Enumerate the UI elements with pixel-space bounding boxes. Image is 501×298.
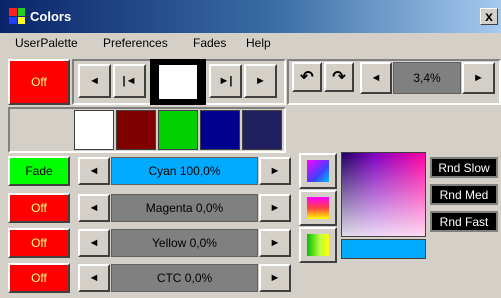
- rotate-ccw-icon: ↶: [300, 69, 314, 86]
- magenta-increase-button[interactable]: ►: [259, 194, 291, 222]
- picker-mode-2-button[interactable]: [299, 190, 337, 226]
- menu-fades[interactable]: Fades: [193, 36, 226, 50]
- master-off-button[interactable]: Off: [8, 59, 70, 105]
- ctc-value-bar[interactable]: CTC 0,0%: [111, 264, 258, 292]
- palette-swatch-5[interactable]: [242, 110, 282, 150]
- right-arrow-icon: ►: [255, 75, 266, 87]
- palette-swatch-4[interactable]: [200, 110, 240, 150]
- rotate-ccw-button[interactable]: ↶: [292, 62, 322, 92]
- left-arrow-icon: ◄: [88, 272, 100, 284]
- random-slow-button[interactable]: Rnd Slow: [430, 157, 498, 178]
- gradient-mode-2-icon: [307, 197, 329, 219]
- palette-swatch-2[interactable]: [116, 110, 156, 150]
- previous-button[interactable]: ◄: [78, 64, 111, 98]
- rotate-cw-icon: ↷: [332, 69, 346, 86]
- yellow-increase-button[interactable]: ►: [259, 229, 291, 257]
- rotate-increase-button[interactable]: ►: [462, 62, 495, 94]
- color-picker-field[interactable]: [341, 152, 426, 237]
- rotate-speed-value[interactable]: 3,4%: [393, 62, 461, 94]
- skip-back-icon: |◄: [122, 75, 137, 87]
- palette-swatch-3[interactable]: [158, 110, 198, 150]
- menu-bar: UserPalette Preferences Fades Help: [0, 33, 501, 55]
- last-button[interactable]: ►|: [209, 64, 242, 98]
- current-color-preview: [159, 65, 197, 99]
- next-button[interactable]: ►: [244, 64, 277, 98]
- cyan-decrease-button[interactable]: ◄: [78, 157, 110, 185]
- close-button[interactable]: x: [480, 8, 498, 25]
- right-arrow-icon: ►: [269, 237, 281, 249]
- title-bar: [0, 0, 501, 33]
- channel-toggle-ctc[interactable]: Off: [8, 263, 70, 293]
- random-med-button[interactable]: Rnd Med: [430, 184, 498, 205]
- rotate-decrease-button[interactable]: ◄: [360, 62, 392, 94]
- gradient-mode-3-icon: [307, 234, 329, 256]
- menu-userpalette[interactable]: UserPalette: [15, 36, 78, 50]
- left-arrow-icon: ◄: [370, 72, 382, 84]
- window-title: Colors: [30, 9, 72, 24]
- yellow-decrease-button[interactable]: ◄: [78, 229, 110, 257]
- current-color-frame: [150, 59, 206, 105]
- skip-forward-icon: ►|: [218, 75, 233, 87]
- picker-mode-3-button[interactable]: [299, 227, 337, 263]
- first-button[interactable]: |◄: [113, 64, 146, 98]
- right-arrow-icon: ►: [473, 72, 484, 84]
- gradient-mode-1-icon: [307, 160, 329, 182]
- picker-mode-1-button[interactable]: [299, 153, 337, 189]
- left-arrow-icon: ◄: [88, 237, 100, 249]
- right-arrow-icon: ►: [269, 165, 281, 177]
- left-arrow-icon: ◄: [88, 165, 100, 177]
- random-fast-button[interactable]: Rnd Fast: [430, 211, 498, 232]
- channel-toggle-magenta[interactable]: Off: [8, 193, 70, 223]
- channel-toggle-cyan[interactable]: Fade: [8, 156, 70, 186]
- magenta-decrease-button[interactable]: ◄: [78, 194, 110, 222]
- left-arrow-icon: ◄: [88, 202, 100, 214]
- left-arrow-icon: ◄: [89, 75, 100, 87]
- right-arrow-icon: ►: [269, 202, 281, 214]
- ctc-increase-button[interactable]: ►: [259, 264, 291, 292]
- rotate-cw-button[interactable]: ↷: [324, 62, 354, 92]
- app-icon: [9, 8, 25, 24]
- cyan-increase-button[interactable]: ►: [259, 157, 291, 185]
- channel-toggle-yellow[interactable]: Off: [8, 228, 70, 258]
- palette-swatch-1[interactable]: [74, 110, 114, 150]
- ctc-decrease-button[interactable]: ◄: [78, 264, 110, 292]
- cyan-value-bar[interactable]: Cyan 100,0%: [111, 157, 258, 185]
- menu-help[interactable]: Help: [246, 36, 271, 50]
- menu-preferences[interactable]: Preferences: [103, 36, 168, 50]
- magenta-value-bar[interactable]: Magenta 0,0%: [111, 194, 258, 222]
- right-arrow-icon: ►: [269, 272, 281, 284]
- selected-color-bar: [341, 239, 426, 259]
- yellow-value-bar[interactable]: Yellow 0,0%: [111, 229, 258, 257]
